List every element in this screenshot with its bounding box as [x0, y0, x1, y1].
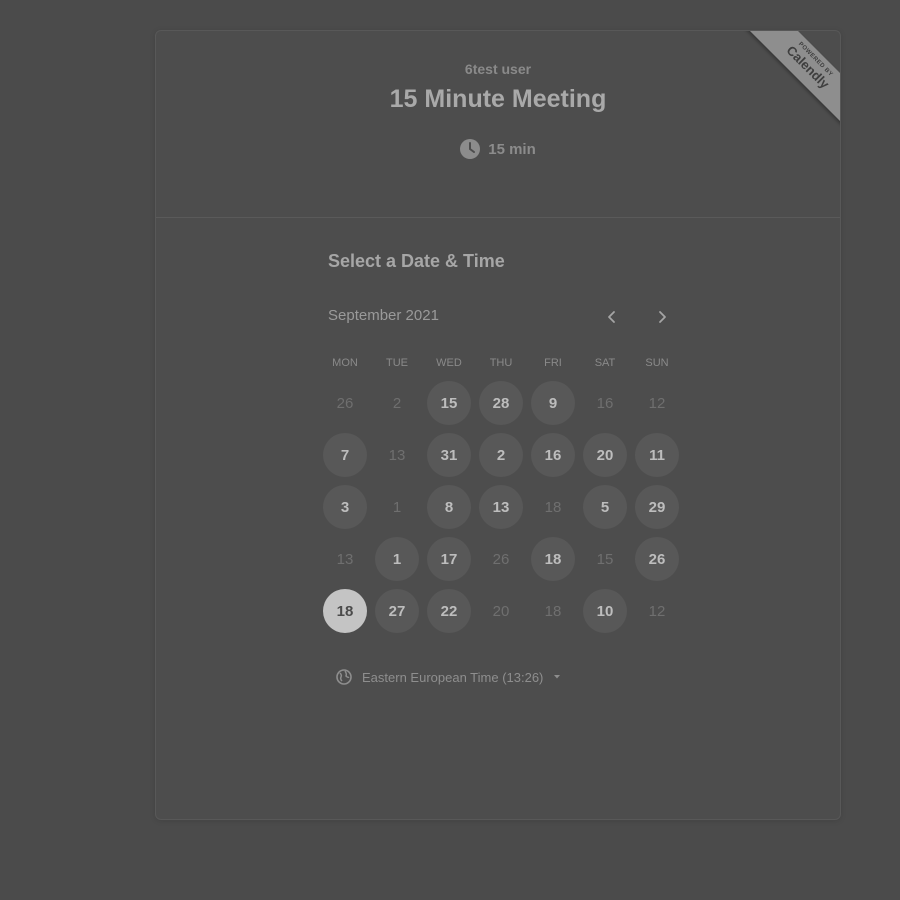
calendar-cell: 18	[527, 533, 579, 585]
available-day-button[interactable]: 28	[479, 381, 523, 425]
unavailable-day: 12	[648, 394, 666, 412]
calendar-cell: 8	[423, 481, 475, 533]
calendar-cell: 5	[579, 481, 631, 533]
calendly-logo-text: Calendly	[783, 42, 833, 92]
weekday-sun: SUN	[645, 357, 669, 369]
calendar-cell: 2	[371, 377, 423, 429]
unavailable-day: 18	[544, 498, 562, 516]
selected-day-button[interactable]: 18	[323, 589, 367, 633]
available-day-button[interactable]: 10	[583, 589, 627, 633]
chevron-left-icon	[608, 311, 615, 323]
weekday-header: MON TUE WED THU FRI SAT SUN	[319, 357, 683, 369]
unavailable-day: 16	[596, 394, 614, 412]
weekday-thu: THU	[489, 357, 513, 369]
duration-label: 15 min	[488, 140, 536, 158]
month-label: September 2021	[328, 307, 439, 324]
available-day-button[interactable]: 11	[635, 433, 679, 477]
previous-month-button[interactable]	[600, 305, 624, 329]
calendar-cell: 26	[631, 533, 683, 585]
weekday-wed: WED	[436, 357, 462, 369]
calendar-cell: 3	[319, 481, 371, 533]
calendar-cell: 2	[475, 429, 527, 481]
globe-icon	[336, 669, 352, 685]
chevron-right-icon	[659, 311, 666, 323]
calendar-grid: 26 2 15 28 9 16 12 7 13 31 2 16 20 11 3 1 8 13 18 5 29 13 1 17 2…	[319, 377, 683, 637]
unavailable-day: 15	[596, 550, 614, 568]
month-navigation: September 2021	[328, 305, 680, 329]
calendar-cell: 18	[527, 481, 579, 533]
calendar-cell: 18	[527, 585, 579, 637]
next-month-button[interactable]	[650, 305, 674, 329]
calendar-cell: 13	[371, 429, 423, 481]
calendar-cell: 26	[319, 377, 371, 429]
calendar-cell: 16	[527, 429, 579, 481]
unavailable-day: 12	[648, 602, 666, 620]
caret-down-icon	[553, 674, 561, 680]
unavailable-day: 20	[492, 602, 510, 620]
calendar-cell: 28	[475, 377, 527, 429]
available-day-button[interactable]: 20	[583, 433, 627, 477]
unavailable-day: 1	[392, 498, 402, 516]
calendar-cell: 17	[423, 533, 475, 585]
calendar-cell: 12	[631, 377, 683, 429]
available-day-button[interactable]: 9	[531, 381, 575, 425]
available-day-button[interactable]: 5	[583, 485, 627, 529]
available-day-button[interactable]: 18	[531, 537, 575, 581]
calendar-cell: 9	[527, 377, 579, 429]
available-day-button[interactable]: 7	[323, 433, 367, 477]
available-day-button[interactable]: 1	[375, 537, 419, 581]
powered-by-label: POWERED BY	[796, 41, 834, 79]
weekday-mon: MON	[332, 357, 358, 369]
timezone-label: Eastern European Time (13:26)	[362, 669, 544, 685]
calendar-cell: 31	[423, 429, 475, 481]
calendar-cell: 27	[371, 585, 423, 637]
calendar-cell: 22	[423, 585, 475, 637]
calendar-cell: 10	[579, 585, 631, 637]
available-day-button[interactable]: 22	[427, 589, 471, 633]
calendar-cell: 16	[579, 377, 631, 429]
available-day-button[interactable]: 15	[427, 381, 471, 425]
available-day-button[interactable]: 16	[531, 433, 575, 477]
select-date-title: Select a Date & Time	[328, 251, 505, 271]
weekday-sat: SAT	[594, 357, 616, 369]
event-duration: 15 min	[156, 139, 840, 159]
unavailable-day: 13	[336, 550, 354, 568]
calendar-cell: 13	[319, 533, 371, 585]
available-day-button[interactable]: 17	[427, 537, 471, 581]
calendar-cell: 26	[475, 533, 527, 585]
available-day-button[interactable]: 29	[635, 485, 679, 529]
unavailable-day: 2	[392, 394, 402, 412]
weekday-fri: FRI	[544, 357, 562, 369]
calendar-cell: 1	[371, 533, 423, 585]
available-day-button[interactable]: 26	[635, 537, 679, 581]
powered-by-ribbon[interactable]: POWERED BY Calendly	[736, 31, 840, 135]
calendar-cell: 15	[423, 377, 475, 429]
available-day-button[interactable]: 27	[375, 589, 419, 633]
calendar-cell: 29	[631, 481, 683, 533]
calendar-cell: 20	[475, 585, 527, 637]
calendar-cell: 11	[631, 429, 683, 481]
available-day-button[interactable]: 2	[479, 433, 523, 477]
calendar-cell: 12	[631, 585, 683, 637]
available-day-button[interactable]: 8	[427, 485, 471, 529]
calendar-cell: 15	[579, 533, 631, 585]
calendar-cell: 13	[475, 481, 527, 533]
unavailable-day: 26	[336, 394, 354, 412]
clock-icon	[460, 139, 481, 159]
calendar-cell: 1	[371, 481, 423, 533]
calendar-cell: 20	[579, 429, 631, 481]
timezone-selector[interactable]: Eastern European Time (13:26)	[336, 669, 561, 685]
available-day-button[interactable]: 3	[323, 485, 367, 529]
unavailable-day: 26	[492, 550, 510, 568]
weekday-tue: TUE	[386, 357, 408, 369]
available-day-button[interactable]: 31	[427, 433, 471, 477]
calendar-cell: 18	[319, 585, 371, 637]
unavailable-day: 18	[544, 602, 562, 620]
booking-card: 6test user 15 Minute Meeting 15 min POWE…	[155, 30, 841, 820]
unavailable-day: 13	[388, 446, 406, 464]
calendar-cell: 7	[319, 429, 371, 481]
available-day-button[interactable]: 13	[479, 485, 523, 529]
